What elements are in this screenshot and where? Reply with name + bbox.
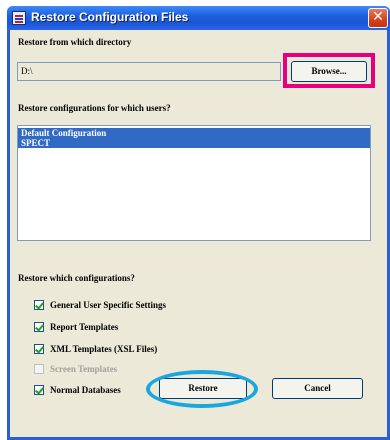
cancel-button[interactable]: Cancel: [272, 378, 363, 399]
title-bar[interactable]: Restore Configuration Files ✕: [7, 6, 390, 30]
option-xml-templates[interactable]: XML Templates (XSL Files): [34, 343, 157, 355]
option-label: Normal Databases: [50, 385, 121, 395]
checkbox: [34, 364, 44, 374]
option-label: General User Specific Settings: [50, 300, 167, 310]
checkbox[interactable]: [34, 344, 44, 354]
users-listbox[interactable]: Default Configuration SPECT: [17, 125, 371, 241]
option-report-templates[interactable]: Report Templates: [34, 321, 118, 333]
directory-field[interactable]: D:\: [17, 62, 281, 81]
list-item[interactable]: Default Configuration: [18, 128, 370, 138]
checkbox[interactable]: [34, 322, 44, 332]
close-button[interactable]: ✕: [368, 8, 388, 28]
users-label: Restore configurations for which users?: [18, 103, 171, 113]
option-label: Screen Templates: [50, 364, 118, 374]
option-screen-templates: Screen Templates: [34, 363, 117, 375]
option-normal-databases[interactable]: Normal Databases: [34, 384, 121, 396]
directory-label: Restore from which directory: [18, 37, 132, 47]
app-icon: [12, 11, 26, 25]
configs-label: Restore which configurations?: [18, 273, 135, 283]
option-label: XML Templates (XSL Files): [50, 344, 158, 354]
list-item[interactable]: SPECT: [18, 138, 370, 148]
checkbox[interactable]: [34, 385, 44, 395]
option-general-settings[interactable]: General User Specific Settings: [34, 299, 166, 311]
window-title: Restore Configuration Files: [31, 10, 189, 24]
checkbox[interactable]: [34, 300, 44, 310]
option-label: Report Templates: [50, 322, 119, 332]
browse-highlight-annotation: [283, 53, 375, 88]
restore-highlight-annotation: [146, 370, 258, 408]
